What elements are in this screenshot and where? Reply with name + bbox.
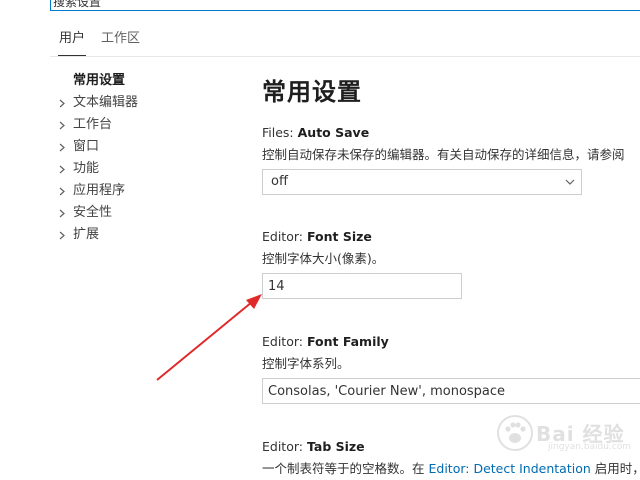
- search-settings-input[interactable]: [53, 0, 613, 10]
- setting-description: 控制自动保存未保存的编辑器。有关自动保存的详细信息，请参阅: [262, 147, 625, 162]
- setting-font-size: Editor: Font Size 控制字体大小(像素)。: [262, 228, 640, 299]
- setting-key: Font Family: [306, 334, 389, 349]
- setting-description: 控制字体系列。: [262, 356, 350, 371]
- setting-title: Editor: Font Family: [262, 333, 640, 351]
- setting-title: Editor: Tab Size: [262, 438, 640, 456]
- toc-item-features[interactable]: 功能: [55, 158, 215, 180]
- chevron-right-icon: [59, 165, 65, 174]
- font-size-input[interactable]: [262, 273, 462, 299]
- tab-user[interactable]: 用户: [57, 30, 87, 56]
- auto-save-value: off: [271, 174, 288, 189]
- tab-size-desc-suffix: 启用时，: [590, 461, 640, 476]
- toc-item-label: 窗口: [73, 139, 100, 154]
- toc-item-security[interactable]: 安全性: [55, 202, 215, 224]
- chevron-right-icon: [59, 231, 65, 240]
- setting-auto-save: Files: Auto Save 控制自动保存未保存的编辑器。有关自动保存的详细…: [262, 124, 640, 195]
- toc-item-label: 安全性: [73, 205, 113, 220]
- setting-description: 一个制表符等于的空格数。在 Editor: Detect Indentation…: [262, 460, 640, 478]
- toc-item-application[interactable]: 应用程序: [55, 180, 215, 202]
- auto-save-select[interactable]: off: [262, 169, 582, 195]
- setting-category: Editor:: [262, 334, 307, 349]
- toc-item-label: 文本编辑器: [73, 95, 139, 110]
- toc-item-text-editor[interactable]: 文本编辑器: [55, 92, 215, 114]
- arrow-head: [246, 294, 262, 309]
- settings-toc: 常用设置 文本编辑器 工作台 窗口 功能 应用程序 安全性 扩展: [55, 70, 215, 246]
- tab-size-desc-prefix: 一个制表符等于的空格数。在: [262, 461, 429, 476]
- arrow-shaft: [156, 301, 253, 381]
- setting-title: Editor: Font Size: [262, 228, 640, 246]
- scope-tabs: 用户 工作区: [50, 24, 640, 57]
- toc-item-window[interactable]: 窗口: [55, 136, 215, 158]
- chevron-right-icon: [59, 187, 65, 196]
- toc-item-extensions[interactable]: 扩展: [55, 224, 215, 246]
- chevron-right-icon: [59, 143, 65, 152]
- toc-item-label: 扩展: [73, 227, 100, 242]
- toc-item-common[interactable]: 常用设置: [55, 70, 215, 92]
- setting-font-family: Editor: Font Family 控制字体系列。: [262, 333, 640, 404]
- setting-tab-size: Editor: Tab Size 一个制表符等于的空格数。在 Editor: D…: [262, 438, 640, 478]
- detect-indentation-link[interactable]: Editor: Detect Indentation: [428, 461, 590, 476]
- setting-description: 控制字体大小(像素)。: [262, 251, 385, 266]
- section-title: 常用设置: [262, 78, 362, 106]
- chevron-right-icon: [59, 99, 65, 108]
- search-settings-box[interactable]: [50, 0, 640, 11]
- setting-title: Files: Auto Save: [262, 124, 640, 142]
- toc-item-label: 应用程序: [73, 183, 126, 198]
- setting-key: Auto Save: [297, 125, 370, 140]
- chevron-right-icon: [59, 209, 65, 218]
- toc-item-label: 功能: [73, 161, 100, 176]
- toc-item-label: 常用设置: [73, 73, 126, 88]
- toc-item-label: 工作台: [73, 117, 113, 132]
- toc-item-workbench[interactable]: 工作台: [55, 114, 215, 136]
- setting-category: Files:: [262, 125, 298, 140]
- setting-category: Editor:: [262, 439, 307, 454]
- font-family-input[interactable]: [262, 378, 640, 404]
- chevron-right-icon: [59, 121, 65, 130]
- setting-key: Font Size: [306, 229, 372, 244]
- tab-workspace[interactable]: 工作区: [101, 30, 140, 48]
- setting-key: Tab Size: [306, 439, 365, 454]
- chevron-down-icon: [565, 179, 575, 185]
- setting-category: Editor:: [262, 229, 307, 244]
